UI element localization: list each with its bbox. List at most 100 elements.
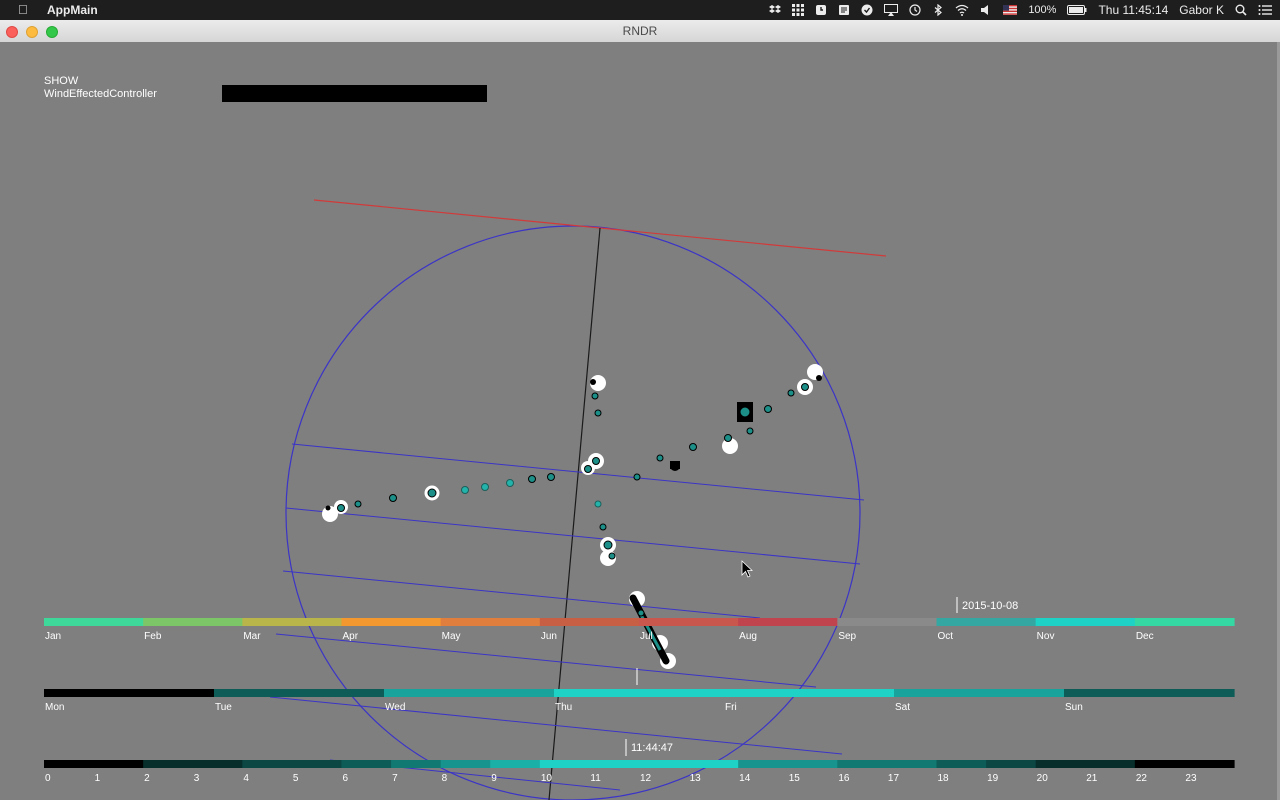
- time-marker-label: 11:44:47: [631, 742, 673, 754]
- bluetooth-icon[interactable]: [932, 4, 944, 16]
- airplay-icon[interactable]: [884, 4, 899, 16]
- notification-center-icon[interactable]: [1258, 4, 1272, 16]
- hour-segment[interactable]: [242, 760, 293, 768]
- weekday-label: Sun: [1065, 702, 1083, 713]
- month-segment[interactable]: [242, 618, 343, 626]
- month-segment[interactable]: [1035, 618, 1136, 626]
- hour-segment[interactable]: [291, 760, 343, 768]
- month-timeline[interactable]: Jan Feb Mar Apr May Jun Jul Aug Sep Oct Nov Dec: [44, 618, 1235, 642]
- hour-label: 11: [590, 773, 601, 784]
- us-flag-icon[interactable]: [1003, 4, 1018, 16]
- hour-segment[interactable]: [1134, 760, 1186, 768]
- hour-segment[interactable]: [192, 760, 243, 768]
- battery-percent[interactable]: 100%: [1028, 4, 1056, 16]
- parallel-lines: [269, 443, 865, 791]
- time-machine-icon[interactable]: [909, 4, 921, 16]
- grid-icon[interactable]: [792, 4, 805, 16]
- week-timeline[interactable]: Mon Tue Wed Thu Fri Sat Sun: [44, 689, 1235, 713]
- hour-label: 20: [1037, 773, 1049, 784]
- hour-label: 18: [938, 773, 950, 784]
- hour-segment[interactable]: [391, 760, 442, 768]
- spotlight-search-icon[interactable]: [1235, 4, 1247, 16]
- month-label: Oct: [938, 631, 954, 642]
- hour-segment[interactable]: [440, 760, 491, 768]
- window-title-bar[interactable]: RNDR: [0, 20, 1280, 43]
- month-segment[interactable]: [936, 618, 1037, 626]
- render-canvas[interactable]: SHOW WindEffectedController Jan Feb Mar …: [0, 42, 1280, 800]
- time-tracker-icon[interactable]: [815, 4, 827, 16]
- hour-segment[interactable]: [936, 760, 987, 768]
- notes-icon[interactable]: [838, 4, 850, 16]
- hour-label: 8: [442, 773, 448, 784]
- weekday-label: Tue: [215, 702, 232, 713]
- hour-label: 23: [1185, 773, 1197, 784]
- month-segment[interactable]: [44, 618, 144, 626]
- hour-segment[interactable]: [639, 760, 690, 768]
- hour-label: 21: [1086, 773, 1098, 784]
- hour-segment[interactable]: [589, 760, 640, 768]
- menu-bar:  AppMain 100% Thu 11:45:14 Gabor K: [0, 0, 1280, 20]
- weekday-segment[interactable]: [384, 689, 555, 697]
- weekday-label: Fri: [725, 702, 737, 713]
- month-label: Mar: [243, 631, 261, 642]
- hour-label: 14: [739, 773, 751, 784]
- month-label: Feb: [144, 631, 162, 642]
- hour-segment[interactable]: [490, 760, 541, 768]
- month-label: Aug: [739, 631, 757, 642]
- hour-segment[interactable]: [341, 760, 392, 768]
- hour-segment[interactable]: [787, 760, 838, 768]
- month-segment[interactable]: [143, 618, 243, 626]
- weekday-segment[interactable]: [1064, 689, 1235, 697]
- hour-segment[interactable]: [539, 760, 591, 768]
- hour-label: 2: [144, 773, 150, 784]
- weekday-segment[interactable]: [724, 689, 895, 697]
- hour-label: 4: [243, 773, 249, 784]
- hour-segment[interactable]: [143, 760, 194, 768]
- date-marker-label: 2015-10-08: [962, 600, 1018, 612]
- hour-label: 0: [45, 773, 51, 784]
- hour-segment[interactable]: [738, 760, 789, 768]
- month-segment[interactable]: [440, 618, 541, 626]
- scene-canvas: Jan Feb Mar Apr May Jun Jul Aug Sep Oct Nov Dec 201…: [44, 199, 1235, 800]
- weekday-segment[interactable]: [44, 689, 215, 697]
- hour-segment[interactable]: [837, 760, 888, 768]
- hour-segment[interactable]: [688, 760, 739, 768]
- orbit-circle: [285, 225, 861, 800]
- apple-icon[interactable]: : [18, 2, 28, 17]
- month-label: Jul: [640, 631, 653, 642]
- hour-segment[interactable]: [1035, 760, 1086, 768]
- wifi-icon[interactable]: [955, 4, 969, 16]
- hour-timeline[interactable]: 0 1 2 3 4 5 6 7 8 9 10 11 12 13 14 15 16 17 18 19 20 21 22 23: [44, 760, 1235, 784]
- hour-label: 6: [343, 773, 349, 784]
- hour-segment[interactable]: [886, 760, 938, 768]
- month-label: May: [442, 631, 461, 642]
- hour-segment[interactable]: [986, 760, 1037, 768]
- weekday-segment[interactable]: [554, 689, 725, 697]
- weekday-segment[interactable]: [894, 689, 1065, 697]
- hour-segment[interactable]: [1184, 760, 1235, 768]
- hour-label: 12: [640, 773, 652, 784]
- user-name[interactable]: Gabor K: [1179, 3, 1224, 17]
- hour-segment[interactable]: [1085, 760, 1136, 768]
- month-segment[interactable]: [738, 618, 838, 626]
- hour-label: 16: [838, 773, 850, 784]
- check-circle-icon[interactable]: [861, 4, 873, 16]
- month-label: Dec: [1136, 631, 1154, 642]
- menubar-clock[interactable]: Thu 11:45:14: [1098, 3, 1168, 17]
- month-label: Nov: [1037, 631, 1055, 642]
- month-segment[interactable]: [539, 618, 640, 626]
- hour-segment[interactable]: [93, 760, 144, 768]
- month-label: Jan: [45, 631, 61, 642]
- month-segment[interactable]: [1134, 618, 1235, 626]
- weekday-label: Mon: [45, 702, 64, 713]
- volume-icon[interactable]: [980, 4, 992, 16]
- weekday-segment[interactable]: [214, 689, 385, 697]
- hour-segment[interactable]: [44, 760, 95, 768]
- hour-label: 5: [293, 773, 299, 784]
- month-segment[interactable]: [341, 618, 442, 626]
- month-segment[interactable]: [837, 618, 938, 626]
- battery-icon[interactable]: [1067, 4, 1087, 16]
- month-segment[interactable]: [639, 618, 739, 626]
- app-name-menu[interactable]: AppMain: [47, 3, 98, 17]
- dropbox-icon[interactable]: [769, 4, 782, 16]
